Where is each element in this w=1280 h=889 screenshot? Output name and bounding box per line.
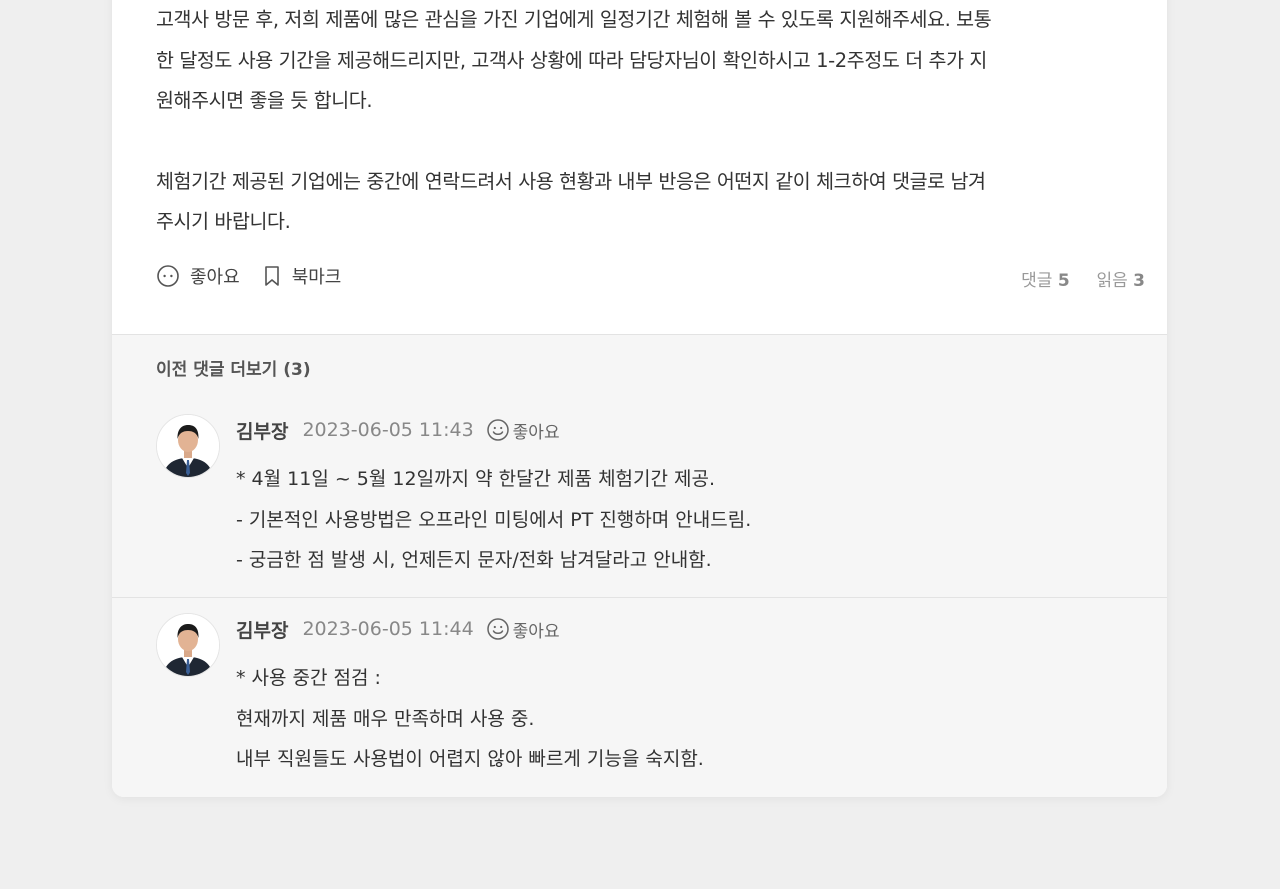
load-previous-comments[interactable]: 이전 댓글 더보기 (3)	[156, 355, 311, 380]
post-body: 고객사 방문 후, 저희 제품에 많은 관심을 가진 기업에게 일정기간 체험해…	[156, 0, 1146, 243]
bookmark-label: 북마크	[291, 267, 342, 288]
bookmark-icon	[264, 266, 279, 286]
post-line: 체험기간 제공된 기업에는 중간에 연락드려서 사용 현황과 내부 반응은 어떤…	[156, 169, 986, 193]
comment-time: 2023-06-05 11:44	[302, 618, 474, 640]
bookmark-button[interactable]: 북마크	[262, 263, 342, 289]
comment-like-label: 좋아요	[512, 422, 560, 443]
comment-text: * 사용 중간 점검 : 현재까지 제품 매우 만족하며 사용 중. 내부 직원…	[236, 658, 704, 780]
comments-section: 이전 댓글 더보기 (3) 김부장 2023-06-05 11:43 좋아요 *…	[112, 334, 1167, 797]
comment-like-label: 좋아요	[512, 621, 560, 642]
comments-label: 댓글	[1021, 271, 1053, 291]
comment-line: 현재까지 제품 매우 만족하며 사용 중.	[236, 707, 535, 730]
comment-text: * 4월 11일 ~ 5월 12일까지 약 한달간 제품 체험기간 제공. - …	[236, 459, 751, 581]
avatar-photo	[157, 415, 219, 477]
post-line: 원해주시면 좋을 듯 합니다.	[156, 89, 373, 112]
post-card: 고객사 방문 후, 저희 제품에 많은 관심을 가진 기업에게 일정기간 체험해…	[112, 0, 1167, 797]
post-line: 한 달정도 사용 기간을 제공해드리지만, 고객사 상황에 따라 담당자님이 확…	[156, 48, 987, 72]
smile-icon	[486, 419, 509, 441]
post-stats: 댓글 5 읽음 3	[1021, 266, 1145, 291]
comment-like-button[interactable]: 좋아요	[486, 617, 560, 642]
comment-line: - 궁금한 점 발생 시, 언제든지 문자/전화 남겨달라고 안내함.	[236, 549, 712, 571]
post-line: 고객사 방문 후, 저희 제품에 많은 관심을 가진 기업에게 일정기간 체험해…	[156, 8, 992, 31]
reads-label: 읽음	[1096, 271, 1128, 291]
like-button[interactable]: 좋아요	[156, 263, 240, 289]
avatar[interactable]	[156, 613, 220, 677]
comment-header: 김부장 2023-06-05 11:44 좋아요	[236, 614, 560, 644]
comment-author[interactable]: 김부장	[236, 616, 288, 643]
smile-icon	[157, 265, 179, 287]
comment-time: 2023-06-05 11:43	[302, 419, 474, 441]
comment-line: - 기본적인 사용방법은 오프라인 미팅에서 PT 진행하며 안내드림.	[236, 508, 752, 531]
comments-count: 5	[1057, 271, 1070, 291]
comment-like-button[interactable]: 좋아요	[486, 418, 560, 443]
comment-line: * 4월 11일 ~ 5월 12일까지 약 한달간 제품 체험기간 제공.	[236, 468, 716, 490]
comment-header: 김부장 2023-06-05 11:43 좋아요	[236, 415, 560, 445]
like-label: 좋아요	[190, 267, 240, 288]
post-actions: 좋아요 북마크	[156, 264, 341, 288]
post-line: 주시기 바랍니다.	[156, 210, 291, 233]
avatar[interactable]	[156, 414, 220, 478]
comment-item: 김부장 2023-06-05 11:44 좋아요 * 사용 중간 점검 : 현재…	[112, 597, 1167, 770]
smile-icon	[486, 618, 509, 640]
comment-author[interactable]: 김부장	[236, 417, 288, 444]
comment-line: 내부 직원들도 사용법이 어렵지 않아 빠르게 기능을 숙지함.	[236, 748, 704, 770]
comment-line: * 사용 중간 점검 :	[236, 667, 381, 689]
reads-count: 3	[1133, 271, 1145, 291]
avatar-photo	[157, 614, 219, 676]
